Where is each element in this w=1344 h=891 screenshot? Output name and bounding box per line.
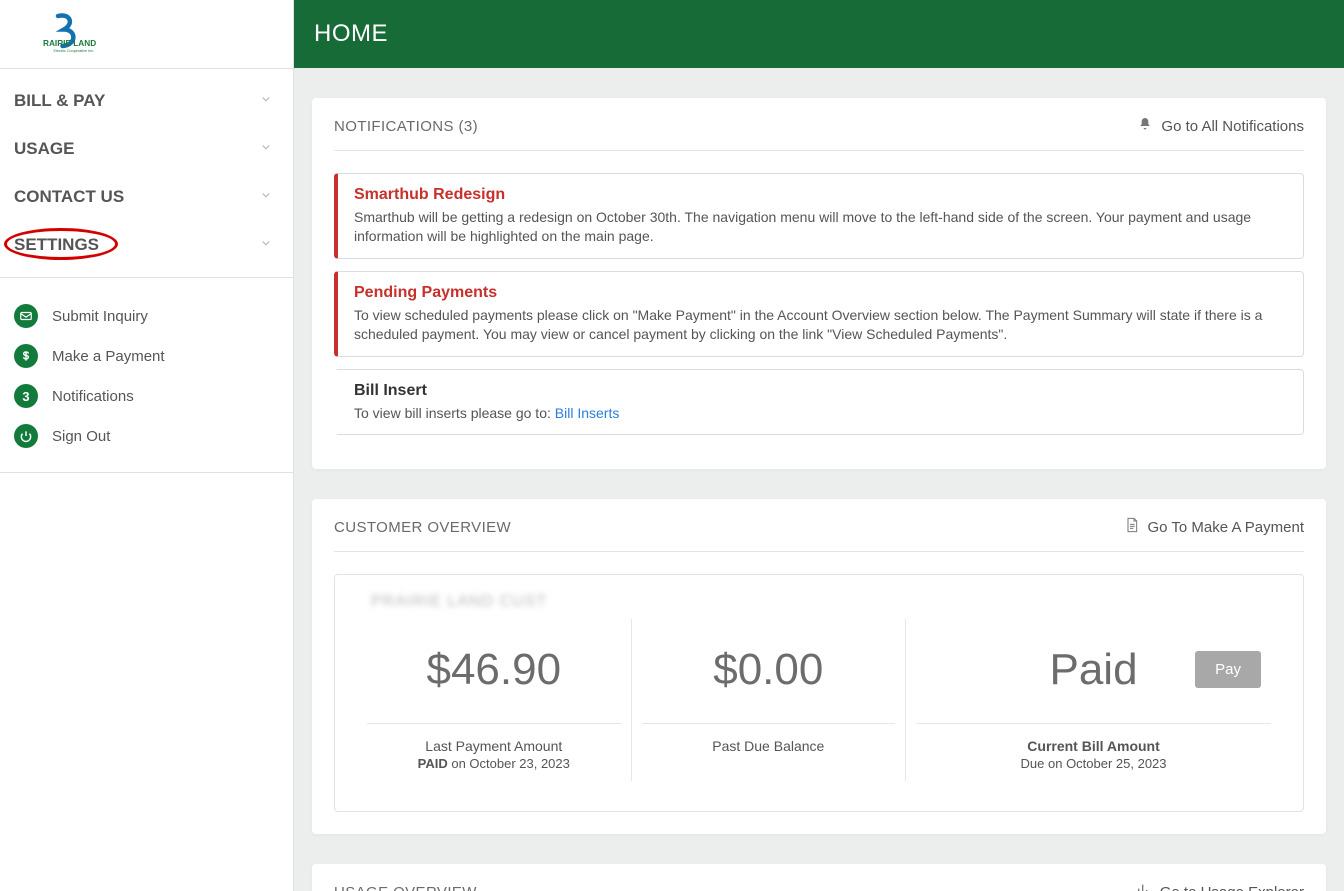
current-bill-label: Current Bill Amount xyxy=(916,738,1271,754)
notification-title: Bill Insert xyxy=(354,382,1287,400)
last-payment-col: $46.90 Last Payment Amount PAID on Octob… xyxy=(357,619,632,781)
usage-overview-card: USAGE OVERVIEW Go to Usage Explorer xyxy=(312,864,1326,891)
chevron-down-icon xyxy=(259,187,273,207)
usage-overview-header: USAGE OVERVIEW Go to Usage Explorer xyxy=(334,882,1304,891)
customer-overview-title: CUSTOMER OVERVIEW xyxy=(334,519,511,536)
power-icon xyxy=(14,424,38,448)
action-submit-inquiry[interactable]: Submit Inquiry xyxy=(0,296,293,336)
current-bill-sub: Due on October 25, 2023 xyxy=(916,756,1271,771)
chevron-down-icon xyxy=(259,235,273,255)
chevron-down-icon xyxy=(259,139,273,159)
pay-button[interactable]: Pay xyxy=(1195,651,1261,688)
last-payment-label: Last Payment Amount xyxy=(367,738,621,754)
overview-box: PRAIRIE LAND CUST $46.90 Last Payment Am… xyxy=(334,574,1304,812)
usage-explorer-link[interactable]: Go to Usage Explorer xyxy=(1136,882,1304,891)
action-notifications[interactable]: 3 Notifications xyxy=(0,376,293,416)
paid-date: on October 23, 2023 xyxy=(448,756,570,771)
notification-item[interactable]: Bill Insert To view bill inserts please … xyxy=(334,369,1304,436)
customer-name-redacted: PRAIRIE LAND CUST xyxy=(357,593,1281,611)
notification-title: Pending Payments xyxy=(354,284,1287,302)
link-text: Go to All Notifications xyxy=(1161,118,1304,135)
bar-chart-icon xyxy=(1136,882,1152,891)
svg-text:Electric Cooperative Inc.: Electric Cooperative Inc. xyxy=(54,49,95,53)
pay-button-area: Pay xyxy=(1195,651,1261,688)
action-list: Submit Inquiry Make a Payment 3 Notifica… xyxy=(0,278,293,473)
notifications-card: NOTIFICATIONS (3) Go to All Notification… xyxy=(312,98,1326,469)
brand-logo: RAIRIE LAND Electric Cooperative Inc. xyxy=(22,13,112,55)
action-label: Sign Out xyxy=(52,428,110,445)
invoice-icon xyxy=(1124,517,1140,537)
nav-label: USAGE xyxy=(14,139,74,159)
nav-main: BILL & PAY USAGE CONTACT US SETTINGS xyxy=(0,69,293,278)
envelope-icon xyxy=(14,304,38,328)
notification-title: Smarthub Redesign xyxy=(354,186,1287,204)
notification-item[interactable]: Pending Payments To view scheduled payme… xyxy=(334,271,1304,357)
sidebar: RAIRIE LAND Electric Cooperative Inc. BI… xyxy=(0,0,294,891)
current-bill-col: Paid Pay Current Bill Amount Due on Octo… xyxy=(906,619,1281,781)
main: HOME NOTIFICATIONS (3) Go to All Notific… xyxy=(294,0,1344,891)
past-due-col: $0.00 Past Due Balance xyxy=(632,619,907,781)
customer-overview-header: CUSTOMER OVERVIEW Go To Make A Payment xyxy=(334,517,1304,552)
nav-label: CONTACT US xyxy=(14,187,124,207)
notification-body: To view bill inserts please go to: Bill … xyxy=(354,404,1287,423)
overview-row: $46.90 Last Payment Amount PAID on Octob… xyxy=(357,619,1281,781)
notification-body: To view scheduled payments please click … xyxy=(354,306,1287,344)
nav-settings[interactable]: SETTINGS xyxy=(0,221,293,269)
action-make-payment[interactable]: Make a Payment xyxy=(0,336,293,376)
chevron-down-icon xyxy=(259,91,273,111)
link-text: Go to Usage Explorer xyxy=(1160,884,1304,891)
top-header: HOME xyxy=(294,0,1344,68)
bell-icon xyxy=(1137,116,1153,136)
make-payment-link[interactable]: Go To Make A Payment xyxy=(1124,517,1304,537)
action-label: Notifications xyxy=(52,388,134,405)
notifications-title: NOTIFICATIONS (3) xyxy=(334,118,478,135)
action-sign-out[interactable]: Sign Out xyxy=(0,416,293,456)
past-due-label: Past Due Balance xyxy=(642,738,896,754)
customer-overview-card: CUSTOMER OVERVIEW Go To Make A Payment P… xyxy=(312,499,1326,834)
link-text: Go To Make A Payment xyxy=(1148,519,1304,536)
nav-label: BILL & PAY xyxy=(14,91,105,111)
notification-body-text: To view bill inserts please go to: xyxy=(354,405,555,421)
notifications-header: NOTIFICATIONS (3) Go to All Notification… xyxy=(334,116,1304,151)
content-scroll[interactable]: NOTIFICATIONS (3) Go to All Notification… xyxy=(294,68,1344,891)
all-notifications-link[interactable]: Go to All Notifications xyxy=(1137,116,1304,136)
page-title: HOME xyxy=(314,20,388,48)
nav-usage[interactable]: USAGE xyxy=(0,125,293,173)
notifications-count-badge: 3 xyxy=(14,384,38,408)
action-label: Make a Payment xyxy=(52,348,165,365)
last-payment-sub: PAID on October 23, 2023 xyxy=(367,756,621,771)
dollar-icon xyxy=(14,344,38,368)
bill-inserts-link[interactable]: Bill Inserts xyxy=(555,405,620,421)
past-due-amount: $0.00 xyxy=(642,645,896,695)
last-payment-amount: $46.90 xyxy=(367,645,621,695)
nav-bill-pay[interactable]: BILL & PAY xyxy=(0,77,293,125)
nav-label: SETTINGS xyxy=(14,235,99,255)
action-label: Submit Inquiry xyxy=(52,308,148,325)
paid-strong: PAID xyxy=(418,756,448,771)
usage-overview-title: USAGE OVERVIEW xyxy=(334,884,477,891)
notification-body: Smarthub will be getting a redesign on O… xyxy=(354,208,1287,246)
svg-text:RAIRIE LAND: RAIRIE LAND xyxy=(43,39,96,48)
notification-item[interactable]: Smarthub Redesign Smarthub will be getti… xyxy=(334,173,1304,259)
nav-contact-us[interactable]: CONTACT US xyxy=(0,173,293,221)
logo-area: RAIRIE LAND Electric Cooperative Inc. xyxy=(0,0,293,69)
